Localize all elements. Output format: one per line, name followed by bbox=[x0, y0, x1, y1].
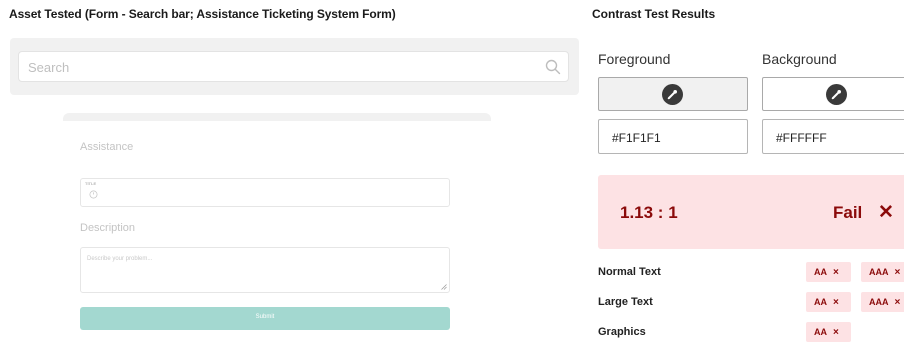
wcag-badge-aaa: AAA × bbox=[861, 262, 904, 282]
contrast-results-heading: Contrast Test Results bbox=[592, 7, 716, 21]
description-label: Description bbox=[80, 222, 136, 234]
asset-tested-heading: Asset Tested (Form - Search bar; Assista… bbox=[9, 7, 396, 21]
clock-icon bbox=[89, 190, 98, 199]
eyedropper-icon[interactable] bbox=[662, 84, 683, 105]
background-label: Background bbox=[762, 51, 837, 67]
wcag-row-label: Large Text bbox=[598, 296, 653, 308]
wcag-row-label: Graphics bbox=[598, 326, 646, 338]
close-icon: × bbox=[833, 297, 839, 308]
resize-handle-icon[interactable] bbox=[441, 284, 447, 290]
wcag-badge-aa: AA × bbox=[806, 292, 851, 312]
close-icon: ✕ bbox=[878, 202, 894, 223]
close-icon: × bbox=[833, 327, 839, 338]
close-icon: × bbox=[833, 267, 839, 278]
contrast-ratio: 1.13 : 1 bbox=[620, 203, 678, 222]
description-textarea[interactable]: Describe your problem... bbox=[80, 247, 450, 293]
search-placeholder: Search bbox=[28, 60, 70, 75]
description-placeholder: Describe your problem... bbox=[87, 256, 153, 262]
contrast-result-banner: 1.13 : 1 Fail ✕ bbox=[598, 175, 904, 249]
foreground-hex-input[interactable]: #F1F1F1 bbox=[598, 119, 748, 154]
background-hex-input[interactable]: #FFFFFF bbox=[762, 119, 904, 154]
wcag-badge-aaa: AAA × bbox=[861, 292, 904, 312]
close-icon: × bbox=[894, 297, 901, 308]
search-icon[interactable] bbox=[544, 58, 562, 76]
wcag-badge-label: AA bbox=[814, 267, 827, 277]
search-input[interactable]: Search bbox=[18, 51, 569, 82]
verdict-text: Fail bbox=[833, 203, 863, 222]
submit-button-label: Submit bbox=[255, 314, 275, 320]
foreground-label: Foreground bbox=[598, 51, 671, 67]
wcag-row-label: Normal Text bbox=[598, 266, 661, 278]
wcag-badge-aa: AA × bbox=[806, 322, 851, 342]
title-field-label: TITLE bbox=[85, 181, 97, 186]
submit-button[interactable]: Submit bbox=[80, 307, 450, 330]
wcag-badge-label: AA bbox=[814, 327, 827, 337]
foreground-hex-value: #F1F1F1 bbox=[612, 131, 661, 145]
foreground-color-picker[interactable] bbox=[598, 77, 748, 111]
background-color-picker[interactable] bbox=[762, 77, 904, 111]
wcag-badge-aa: AA × bbox=[806, 262, 851, 282]
wcag-badge-label: AA bbox=[814, 297, 827, 307]
close-icon: × bbox=[894, 267, 901, 278]
form-heading: Assistance bbox=[80, 141, 134, 153]
background-hex-value: #FFFFFF bbox=[776, 131, 827, 145]
wcag-badge-label: AAA bbox=[869, 267, 889, 277]
wcag-badge-label: AAA bbox=[869, 297, 889, 307]
eyedropper-icon[interactable] bbox=[826, 84, 847, 105]
title-field[interactable]: TITLE bbox=[80, 178, 450, 207]
